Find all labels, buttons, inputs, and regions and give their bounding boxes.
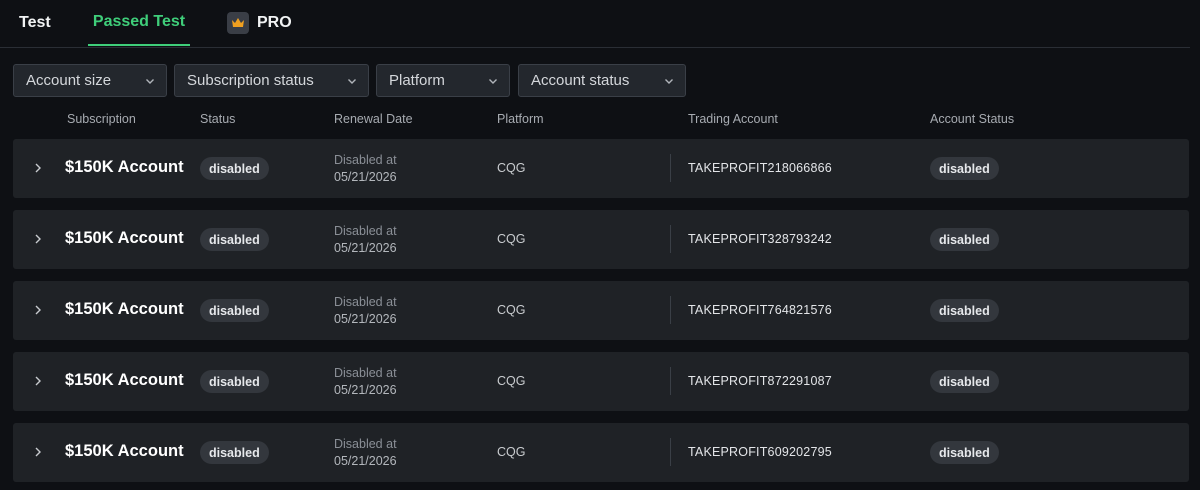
tab-pro-label: PRO	[257, 14, 292, 31]
chevron-right-icon[interactable]	[32, 162, 44, 174]
table-row[interactable]: $150K Account disabled Disabled at 05/21…	[13, 352, 1189, 411]
subscription-status-dropdown[interactable]: Subscription status	[174, 64, 369, 97]
table-row[interactable]: $150K Account disabled Disabled at 05/21…	[13, 210, 1189, 269]
chevron-right-icon[interactable]	[32, 446, 44, 458]
tab-bar: Test Passed Test PRO	[0, 0, 1190, 48]
renewal-date: Disabled at 05/21/2026	[334, 152, 397, 186]
status-badge: disabled	[200, 299, 269, 322]
column-header-trading-account: Trading Account	[688, 112, 778, 126]
status-badge: disabled	[200, 441, 269, 464]
status-badge: disabled	[200, 157, 269, 180]
renewal-label: Disabled at	[334, 295, 397, 309]
platform-value: CQG	[497, 232, 526, 246]
renewal-date: Disabled at 05/21/2026	[334, 294, 397, 328]
account-status-badge: disabled	[930, 157, 999, 180]
renewal-date: Disabled at 05/21/2026	[334, 223, 397, 257]
chevron-down-icon	[146, 79, 154, 84]
platform-value: CQG	[497, 374, 526, 388]
chevron-right-icon[interactable]	[32, 375, 44, 387]
account-status-label: Account status	[531, 72, 630, 89]
account-size-label: Account size	[26, 72, 112, 89]
crown-icon	[227, 12, 249, 34]
subscription-name: $150K Account	[65, 229, 184, 247]
renewal-date-value: 05/21/2026	[334, 170, 397, 184]
platform-dropdown[interactable]: Platform	[376, 64, 510, 97]
column-header-platform: Platform	[497, 112, 544, 126]
tab-passed-test[interactable]: Passed Test	[88, 0, 190, 46]
renewal-label: Disabled at	[334, 366, 397, 380]
subscription-name: $150K Account	[65, 300, 184, 318]
account-size-dropdown[interactable]: Account size	[13, 64, 167, 97]
status-badge: disabled	[200, 228, 269, 251]
column-header-status: Status	[200, 112, 236, 126]
platform-value: CQG	[497, 303, 526, 317]
trading-account-id: TAKEPROFIT328793242	[688, 232, 832, 246]
column-header-subscription: Subscription	[67, 112, 136, 126]
account-status-badge: disabled	[930, 441, 999, 464]
column-divider	[670, 438, 671, 466]
renewal-date-value: 05/21/2026	[334, 312, 397, 326]
renewal-label: Disabled at	[334, 437, 397, 451]
account-status-badge: disabled	[930, 299, 999, 322]
renewal-label: Disabled at	[334, 224, 397, 238]
column-divider	[670, 367, 671, 395]
column-divider	[670, 225, 671, 253]
column-header-renewal-date: Renewal Date	[334, 112, 413, 126]
status-badge: disabled	[200, 370, 269, 393]
renewal-label: Disabled at	[334, 153, 397, 167]
table-row[interactable]: $150K Account disabled Disabled at 05/21…	[13, 423, 1189, 482]
renewal-date-value: 05/21/2026	[334, 241, 397, 255]
column-divider	[670, 154, 671, 182]
tab-pro[interactable]: PRO	[227, 0, 292, 46]
column-divider	[670, 296, 671, 324]
tab-test[interactable]: Test	[19, 0, 51, 46]
table-header: Subscription Status Renewal Date Platfor…	[0, 112, 1200, 128]
platform-label: Platform	[389, 72, 445, 89]
chevron-right-icon[interactable]	[32, 304, 44, 316]
trading-account-id: TAKEPROFIT218066866	[688, 161, 832, 175]
renewal-date: Disabled at 05/21/2026	[334, 365, 397, 399]
renewal-date-value: 05/21/2026	[334, 383, 397, 397]
renewal-date: Disabled at 05/21/2026	[334, 436, 397, 470]
subscription-name: $150K Account	[65, 371, 184, 389]
chevron-down-icon	[348, 79, 356, 84]
subscription-name: $150K Account	[65, 158, 184, 176]
subscription-status-label: Subscription status	[187, 72, 314, 89]
trading-account-id: TAKEPROFIT609202795	[688, 445, 832, 459]
table-row[interactable]: $150K Account disabled Disabled at 05/21…	[13, 281, 1189, 340]
chevron-right-icon[interactable]	[32, 233, 44, 245]
account-status-dropdown[interactable]: Account status	[518, 64, 686, 97]
trading-account-id: TAKEPROFIT764821576	[688, 303, 832, 317]
table-row[interactable]: $150K Account disabled Disabled at 05/21…	[13, 139, 1189, 198]
subscription-name: $150K Account	[65, 442, 184, 460]
account-status-badge: disabled	[930, 370, 999, 393]
platform-value: CQG	[497, 445, 526, 459]
account-status-badge: disabled	[930, 228, 999, 251]
chevron-down-icon	[665, 79, 673, 84]
chevron-down-icon	[489, 79, 497, 84]
platform-value: CQG	[497, 161, 526, 175]
column-header-account-status: Account Status	[930, 112, 1015, 126]
renewal-date-value: 05/21/2026	[334, 454, 397, 468]
trading-account-id: TAKEPROFIT872291087	[688, 374, 832, 388]
